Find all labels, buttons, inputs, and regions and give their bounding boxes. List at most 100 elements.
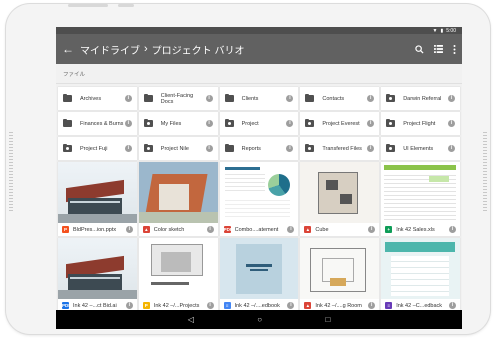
info-icon[interactable]: i [448,95,455,102]
info-icon[interactable]: i [448,145,455,152]
info-icon[interactable]: i [286,145,294,152]
shared-folder-icon [305,118,315,127]
list-view-icon[interactable] [434,45,443,53]
doc-file-icon: ≡ [223,302,231,309]
screen: ▼ ▮ 5:00 ← マイドライブ › プロジェクト バリオ ファイル Arch… [56,27,462,329]
more-vert-icon[interactable] [453,44,456,54]
file-item[interactable]: ≡ Ink 42 –C...edback i [381,238,460,312]
folder-item[interactable]: Reports i [219,137,299,160]
file-thumbnail [300,162,380,223]
status-time: 5:00 [446,27,456,34]
info-icon[interactable]: i [124,145,132,152]
info-icon[interactable]: i [124,95,132,102]
file-item[interactable]: ▲ Ink 42 –/....g Room i [300,238,380,312]
folder-name: Project Flight [403,120,436,127]
folder-name: My Files [160,120,182,127]
file-item[interactable]: PDF Ink 42 –...ct Bid.ai i [58,238,137,312]
info-icon[interactable]: i [125,226,133,233]
search-icon[interactable] [415,44,424,54]
folder-item[interactable]: Project Nile i [138,137,218,160]
shared-folder-icon [224,118,234,127]
status-bar: ▼ ▮ 5:00 [56,27,462,34]
file-label: + Ink 42 Sales.xls i [381,223,460,236]
info-icon[interactable]: i [286,120,294,127]
folder-item[interactable]: Clients i [219,87,299,110]
file-thumbnail [138,162,218,223]
folder-name: Reports [241,145,261,152]
folder-item[interactable]: Project Flight i [381,112,460,135]
info-icon[interactable]: i [205,95,213,102]
slides-file-icon: P [62,226,69,233]
folder-item[interactable]: Finances & Burns i [58,112,137,135]
folder-item[interactable]: Archives i [58,87,137,110]
folder-name: Contacts [322,95,345,102]
folder-item[interactable]: Transfered Files i [300,137,380,160]
info-icon[interactable]: i [368,302,376,309]
info-icon[interactable]: i [286,95,294,102]
info-icon[interactable]: i [367,145,375,152]
nav-home-icon[interactable]: ○ [257,315,262,324]
folder-icon [224,143,234,152]
folder-name: Clients [241,95,259,102]
info-icon[interactable]: i [368,226,376,233]
file-item[interactable]: ≡ Ink 42 –/....edbook i [219,238,299,312]
folder-item[interactable]: Client-Facing Docs i [138,87,218,110]
file-item[interactable]: PDF Combo....atement i [219,162,299,236]
info-icon[interactable]: i [206,302,214,309]
folder-name: Archives [80,95,102,102]
nav-back-icon[interactable]: ◁ [188,315,194,324]
folder-name: UI Elements [403,145,434,152]
folder-item[interactable]: UI Elements i [381,137,460,160]
folder-item[interactable]: My Files i [138,112,218,135]
file-name: BldPres...ion.pptx [73,226,117,233]
info-icon[interactable]: i [287,302,295,309]
info-icon[interactable]: i [287,226,295,233]
shared-folder-icon [386,118,396,127]
image-file-icon: ▲ [304,302,312,309]
volume-button [68,4,108,7]
folder-grid: Archives i Client-Facing Docs i Clients i Cont… [56,84,462,160]
shared-folder-icon [143,143,153,152]
file-item[interactable]: P Ink 42 –/...Projects i [138,238,218,312]
info-icon[interactable]: i [205,120,213,127]
shared-folder-icon [63,143,72,152]
wifi-icon: ▼ [432,27,438,34]
file-name: Color sketch [153,226,185,233]
info-icon[interactable]: i [449,302,456,309]
folder-icon [63,93,72,102]
folder-item[interactable]: Project Fuji i [58,137,137,160]
pdf-file-icon: PDF [62,302,71,309]
folder-item[interactable]: Darwin Referral i [381,87,460,110]
right-speaker-grill [483,132,487,212]
power-button [118,4,134,7]
shared-folder-icon [143,118,153,127]
file-item[interactable]: ▲ Color sketch i [138,162,218,236]
app-bar: ← マイドライブ › プロジェクト バリオ [56,34,462,64]
file-item[interactable]: P BldPres...ion.pptx i [58,162,137,236]
file-name: Ink 42 –/...Projects [153,302,200,309]
info-icon[interactable]: i [125,302,133,309]
folder-name: Darwin Referral [403,95,442,102]
info-icon[interactable]: i [124,120,132,127]
file-thumbnail [219,238,299,299]
folder-item[interactable]: Project i [219,112,299,135]
file-name: Ink 42 Sales.xls [396,226,435,233]
info-icon[interactable]: i [206,226,214,233]
file-item[interactable]: + Ink 42 Sales.xls i [381,162,460,236]
info-icon[interactable]: i [449,226,456,233]
nav-recent-icon[interactable]: □ [325,315,330,324]
info-icon[interactable]: i [448,120,455,127]
back-arrow-icon[interactable]: ← [62,42,80,56]
app-bar-actions [415,44,456,54]
folder-item[interactable]: Contacts i [300,87,380,110]
image-file-icon: ▲ [142,226,150,233]
file-item[interactable]: ▲ Cube i [300,162,380,236]
image-file-icon: ▲ [304,226,312,233]
file-name: Combo....atement [234,226,279,233]
info-icon[interactable]: i [205,145,213,152]
breadcrumb-root[interactable]: マイドライブ [80,42,140,57]
info-icon[interactable]: i [367,120,375,127]
info-icon[interactable]: i [367,95,375,102]
pdf-file-icon: PDF [223,226,233,233]
folder-item[interactable]: Project Everest i [300,112,380,135]
